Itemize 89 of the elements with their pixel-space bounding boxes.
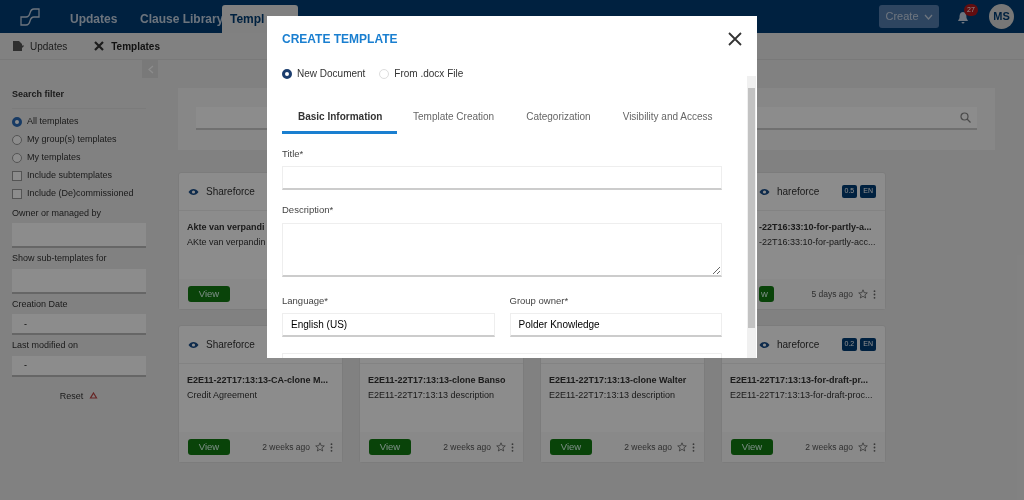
card-title: E2E11-22T17:13:13-clone Walter	[549, 375, 688, 387]
field-label: Show sub-templates for	[12, 252, 108, 265]
more-icon[interactable]	[330, 442, 333, 452]
reset-button[interactable]: Reset	[12, 388, 146, 404]
nav-tab[interactable]: Updates	[48, 5, 118, 33]
logo-icon	[19, 6, 41, 27]
star-icon[interactable]	[858, 289, 868, 299]
bell-icon[interactable]	[957, 11, 969, 25]
subnav-link[interactable]: Templates	[93, 38, 160, 54]
filter-option[interactable]: Include (De)commissioned	[12, 184, 150, 203]
card-title: E2E11-22T17:13:13-CA-clone M...	[187, 375, 330, 387]
field-label: Owner or managed by	[12, 206, 103, 220]
dialog-tab[interactable]: Visibility and Access	[606, 101, 729, 134]
timestamp: 2 weeks ago	[262, 440, 310, 454]
timestamp: 2 weeks ago	[624, 440, 672, 454]
more-icon[interactable]	[511, 442, 514, 452]
filter-title: Search filter	[12, 88, 146, 109]
scrollbar[interactable]	[747, 76, 756, 358]
card-title: -22T16:33:10-for-partly-a...	[759, 222, 873, 234]
document-pen-icon	[12, 40, 24, 52]
timestamp: 2 weeks ago	[443, 440, 491, 454]
more-icon[interactable]	[692, 442, 695, 452]
card-owner: Shareforce	[206, 185, 255, 199]
star-icon[interactable]	[315, 442, 325, 452]
eye-icon	[188, 187, 199, 196]
user-avatar[interactable]: MS	[989, 4, 1014, 29]
checkbox[interactable]	[12, 170, 22, 181]
filter-option[interactable]: My templates	[12, 148, 150, 167]
field-label: Group owner*	[509, 293, 570, 308]
search-icon	[960, 112, 971, 123]
source-option[interactable]: From .docx File	[379, 66, 464, 81]
source-option[interactable]: New Document	[282, 66, 366, 81]
field-label: Language*	[282, 293, 329, 308]
dialog-tab[interactable]: Categorization	[510, 101, 607, 134]
field-label: Creation Date	[12, 297, 69, 311]
view-button[interactable]: View	[550, 439, 592, 455]
subnav-link[interactable]: Updates	[12, 38, 68, 54]
text-area[interactable]	[282, 222, 722, 277]
field-label: Last modified on	[12, 339, 80, 352]
card-description: E2E11-22T17:13:13-for-draft-proc...	[730, 389, 874, 402]
card-owner: Shareforce	[206, 338, 255, 352]
card-owner: hareforce	[777, 338, 820, 352]
radio-button[interactable]	[12, 116, 22, 127]
filter-option[interactable]: All templates	[12, 112, 150, 131]
input-field[interactable]: -	[12, 355, 146, 377]
more-icon[interactable]	[873, 289, 876, 299]
chevron-down-icon	[923, 13, 933, 20]
card-description: E2E11-22T17:13:13 description	[368, 389, 495, 402]
card-title: E2E11-22T17:13:13-for-draft-pr...	[730, 375, 870, 387]
star-icon[interactable]	[677, 442, 687, 452]
close-icon[interactable]	[727, 31, 743, 47]
scrollbar-thumb[interactable]	[748, 88, 755, 328]
view-button[interactable]: w	[759, 286, 774, 302]
card-title: Akte van verpandi	[187, 222, 266, 234]
field-label: Description*	[282, 203, 335, 218]
dialog-tab[interactable]: Basic Information	[282, 101, 397, 134]
view-button[interactable]: View	[188, 439, 230, 455]
input-field[interactable]: English (US)	[282, 312, 495, 337]
input-field[interactable]: -	[12, 314, 146, 335]
input-field[interactable]: Polder Knowledge	[509, 312, 722, 337]
star-icon[interactable]	[496, 442, 506, 452]
star-icon[interactable]	[858, 442, 868, 452]
card-description: -22T16:33:10-for-partly-acc...	[759, 236, 877, 249]
view-button[interactable]: View	[188, 286, 230, 302]
card-description: Credit Agreement	[187, 389, 259, 402]
timestamp: 5 days ago	[811, 287, 853, 301]
dialog-title: CREATE TEMPLATE	[282, 31, 398, 48]
eye-icon	[759, 187, 770, 196]
radio-button[interactable]	[282, 68, 292, 79]
nav-tab[interactable]: Clause Library	[118, 5, 222, 33]
card-owner: hareforce	[777, 185, 820, 199]
timestamp: 2 weeks ago	[805, 440, 853, 454]
eye-icon	[759, 340, 770, 349]
card-description: AKte van verpandin	[187, 236, 267, 249]
more-icon[interactable]	[873, 442, 876, 452]
view-button[interactable]: View	[731, 439, 773, 455]
radio-button[interactable]	[12, 134, 22, 145]
filter-option[interactable]: Include subtemplates	[12, 166, 150, 185]
input-field[interactable]	[12, 223, 146, 248]
radio-button[interactable]	[12, 152, 22, 163]
view-button[interactable]: View	[369, 439, 411, 455]
card-description: E2E11-22T17:13:13 description	[549, 389, 676, 402]
field-label: Title*	[282, 147, 305, 161]
eye-icon	[188, 340, 199, 349]
card-title: E2E11-22T17:13:13-clone Banso	[368, 375, 507, 387]
input-field[interactable]	[12, 268, 146, 294]
filter-option[interactable]: My group(s) templates	[12, 130, 150, 149]
dialog-tab[interactable]: Template Creation	[397, 101, 511, 134]
checkbox[interactable]	[12, 188, 22, 199]
